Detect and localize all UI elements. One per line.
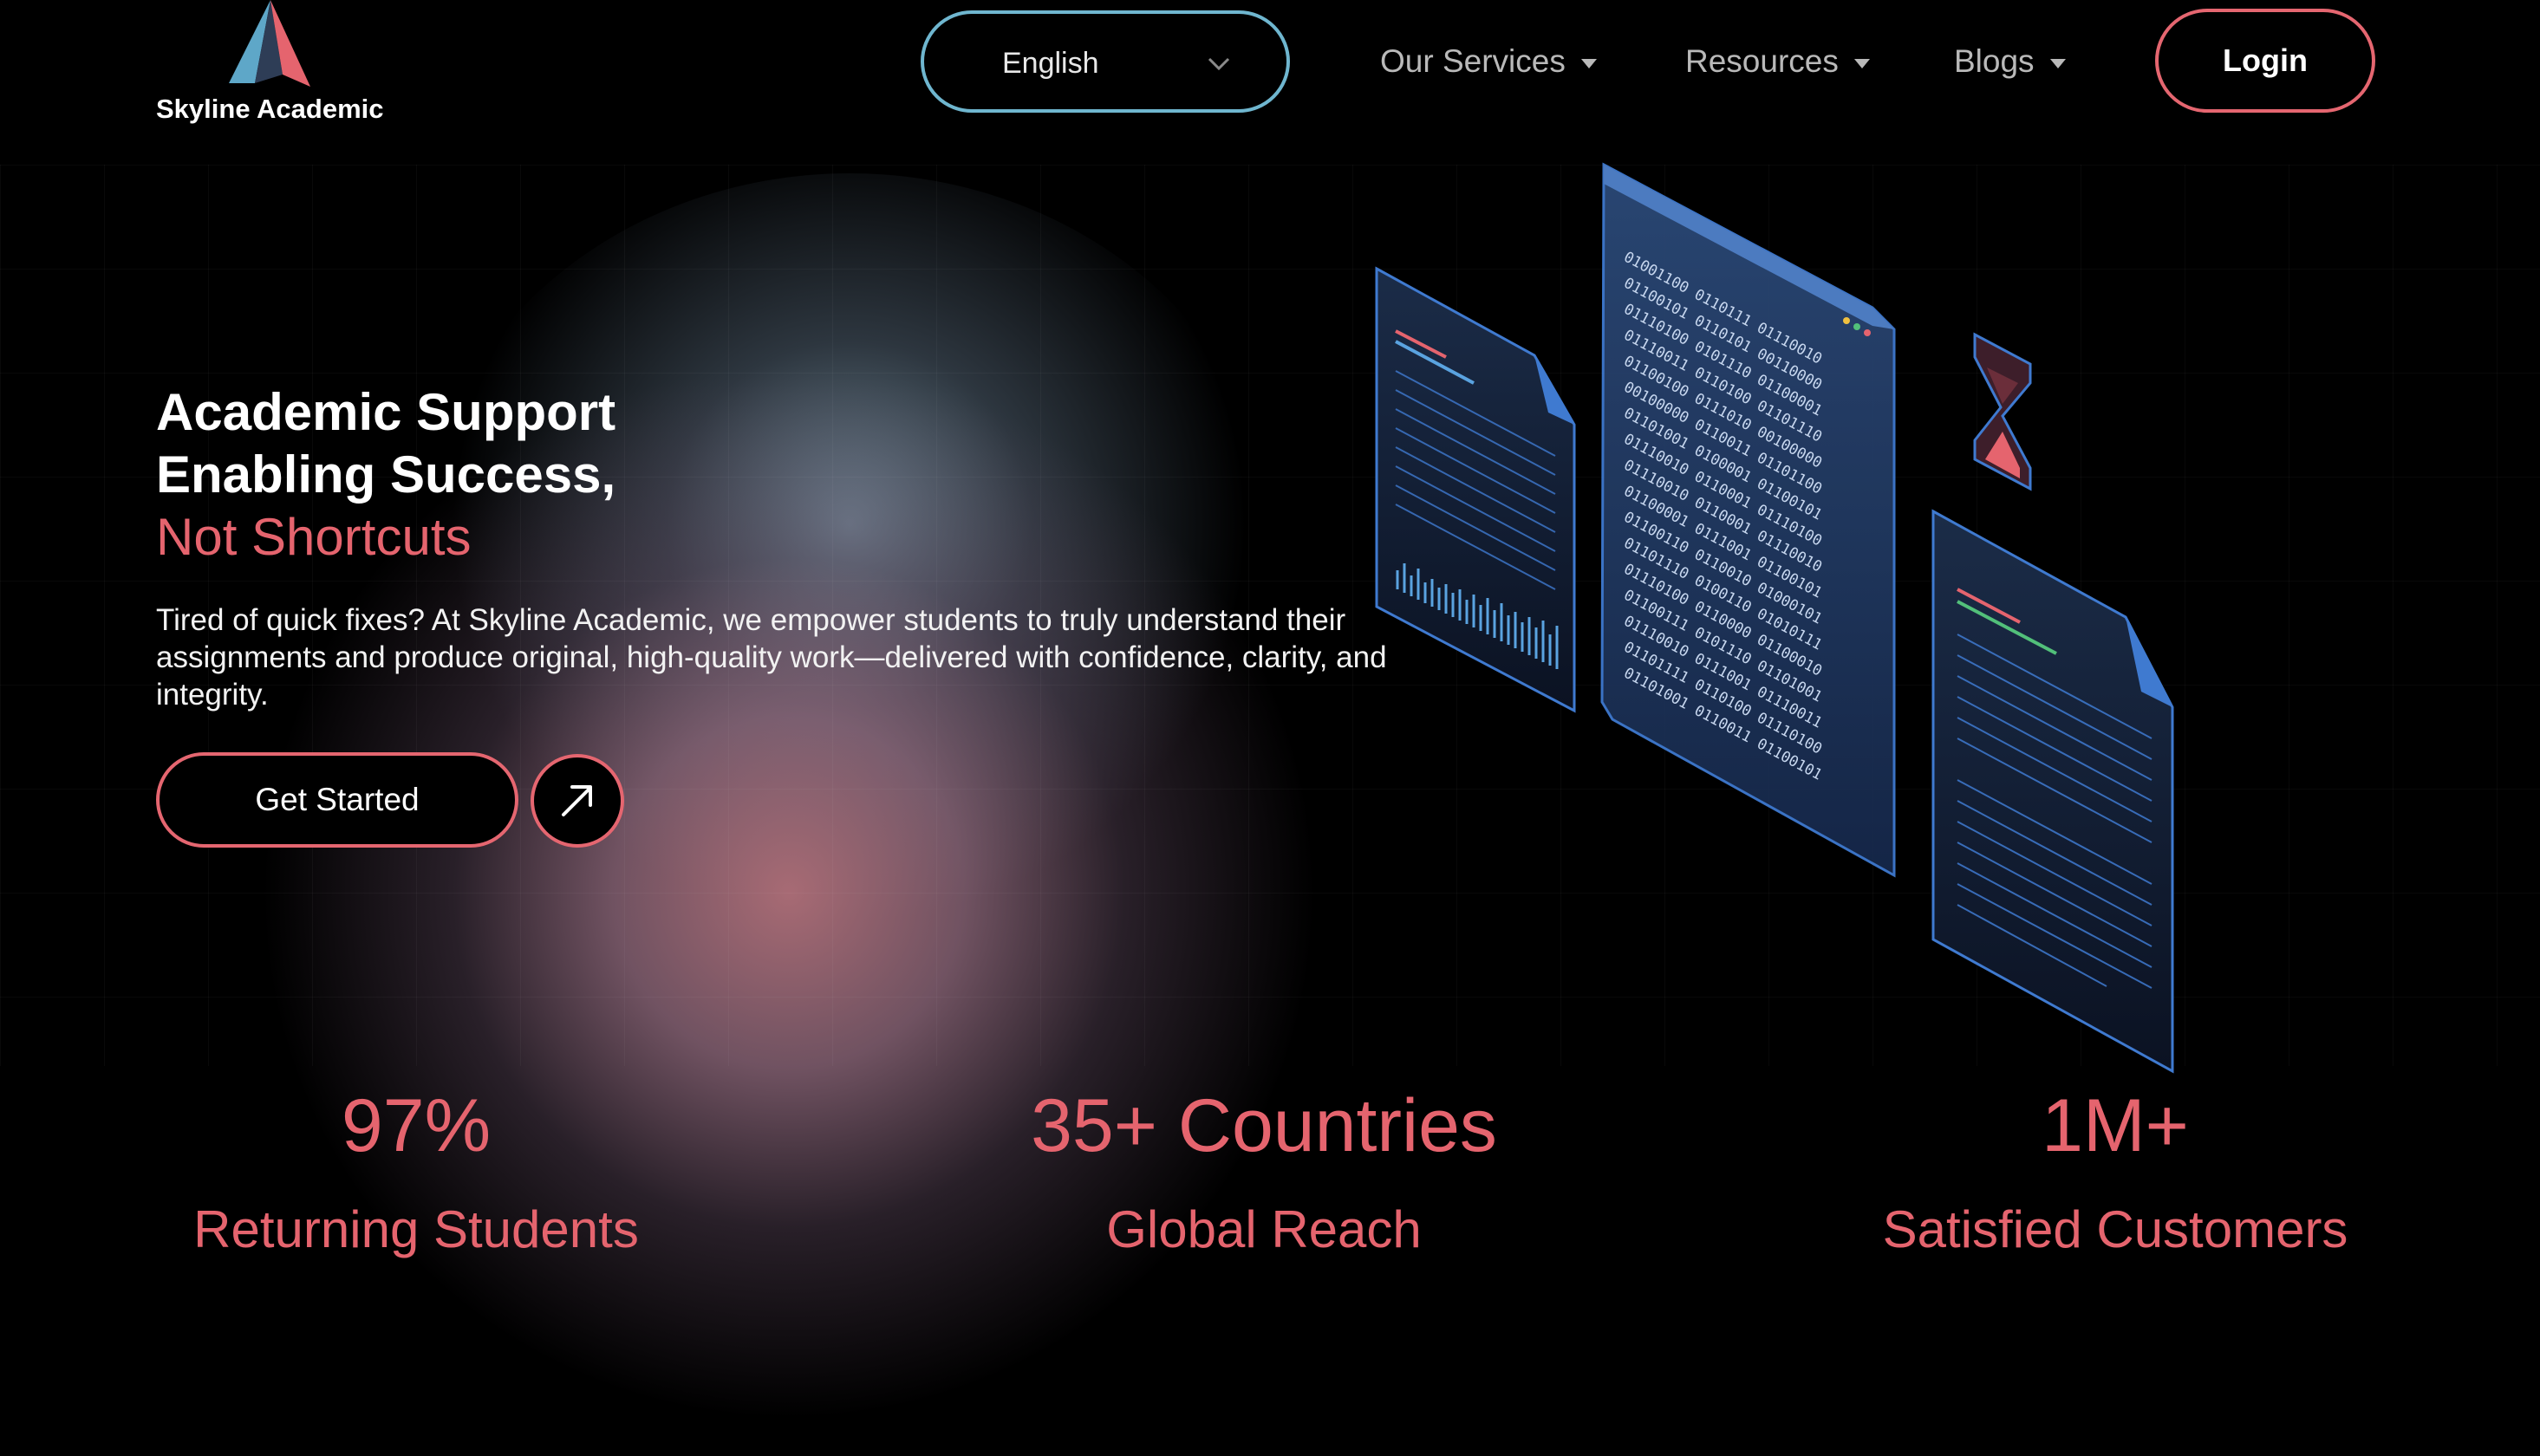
stat-label-global: Global Reach (1106, 1200, 1422, 1258)
logo[interactable]: Skyline Academic (156, 0, 416, 130)
hero-title-accent: Not Shortcuts (156, 508, 472, 566)
nav-our-services-label: Our Services (1380, 43, 1566, 79)
stat-value-returning: 97% (341, 1084, 492, 1167)
hero-title: Academic Support Enabling Success, Not S… (156, 381, 615, 569)
documents-illustration: 01001100 0110111 0111001001100101 011010… (1375, 162, 2174, 1074)
arrow-button[interactable] (531, 754, 624, 848)
stat-value-customers: 1M+ (2042, 1084, 2189, 1167)
stat-value-countries: 35+ Countries (1031, 1084, 1497, 1167)
caret-down-icon (1580, 58, 1597, 68)
stat-label-customers: Satisfied Customers (1882, 1200, 2348, 1258)
nav-our-services[interactable]: Our Services (1380, 43, 1597, 80)
document-right-icon (1931, 509, 2174, 1074)
nav-resources[interactable]: Resources (1685, 43, 1870, 80)
chevron-down-icon (1208, 57, 1230, 71)
nav-blogs-label: Blogs (1954, 43, 2035, 79)
hourglass-icon (1973, 332, 2032, 491)
nav-blogs[interactable]: Blogs (1954, 43, 2066, 80)
hero-title-line2: Enabling Success, (156, 445, 616, 504)
document-left-icon (1375, 266, 1576, 713)
nav-resources-label: Resources (1685, 43, 1839, 79)
stat-label-returning: Returning Students (193, 1200, 639, 1258)
caret-down-icon (2049, 58, 2066, 68)
get-started-button[interactable]: Get Started (156, 752, 518, 848)
hero-title-line1: Academic Support (156, 383, 616, 441)
caret-down-icon (1853, 58, 1870, 68)
logo-text: Skyline Academic (156, 94, 384, 124)
arrow-up-right-icon (562, 785, 592, 816)
hero-subtitle: Tired of quick fixes? At Skyline Academi… (156, 603, 1387, 712)
language-value: English (1002, 47, 1099, 80)
binary-window-icon: 01001100 0110111 0111001001100101 011010… (1600, 162, 1896, 878)
language-select[interactable]: English (921, 10, 1290, 113)
login-button[interactable]: Login (2155, 9, 2375, 113)
logo-mark-icon (229, 0, 310, 87)
